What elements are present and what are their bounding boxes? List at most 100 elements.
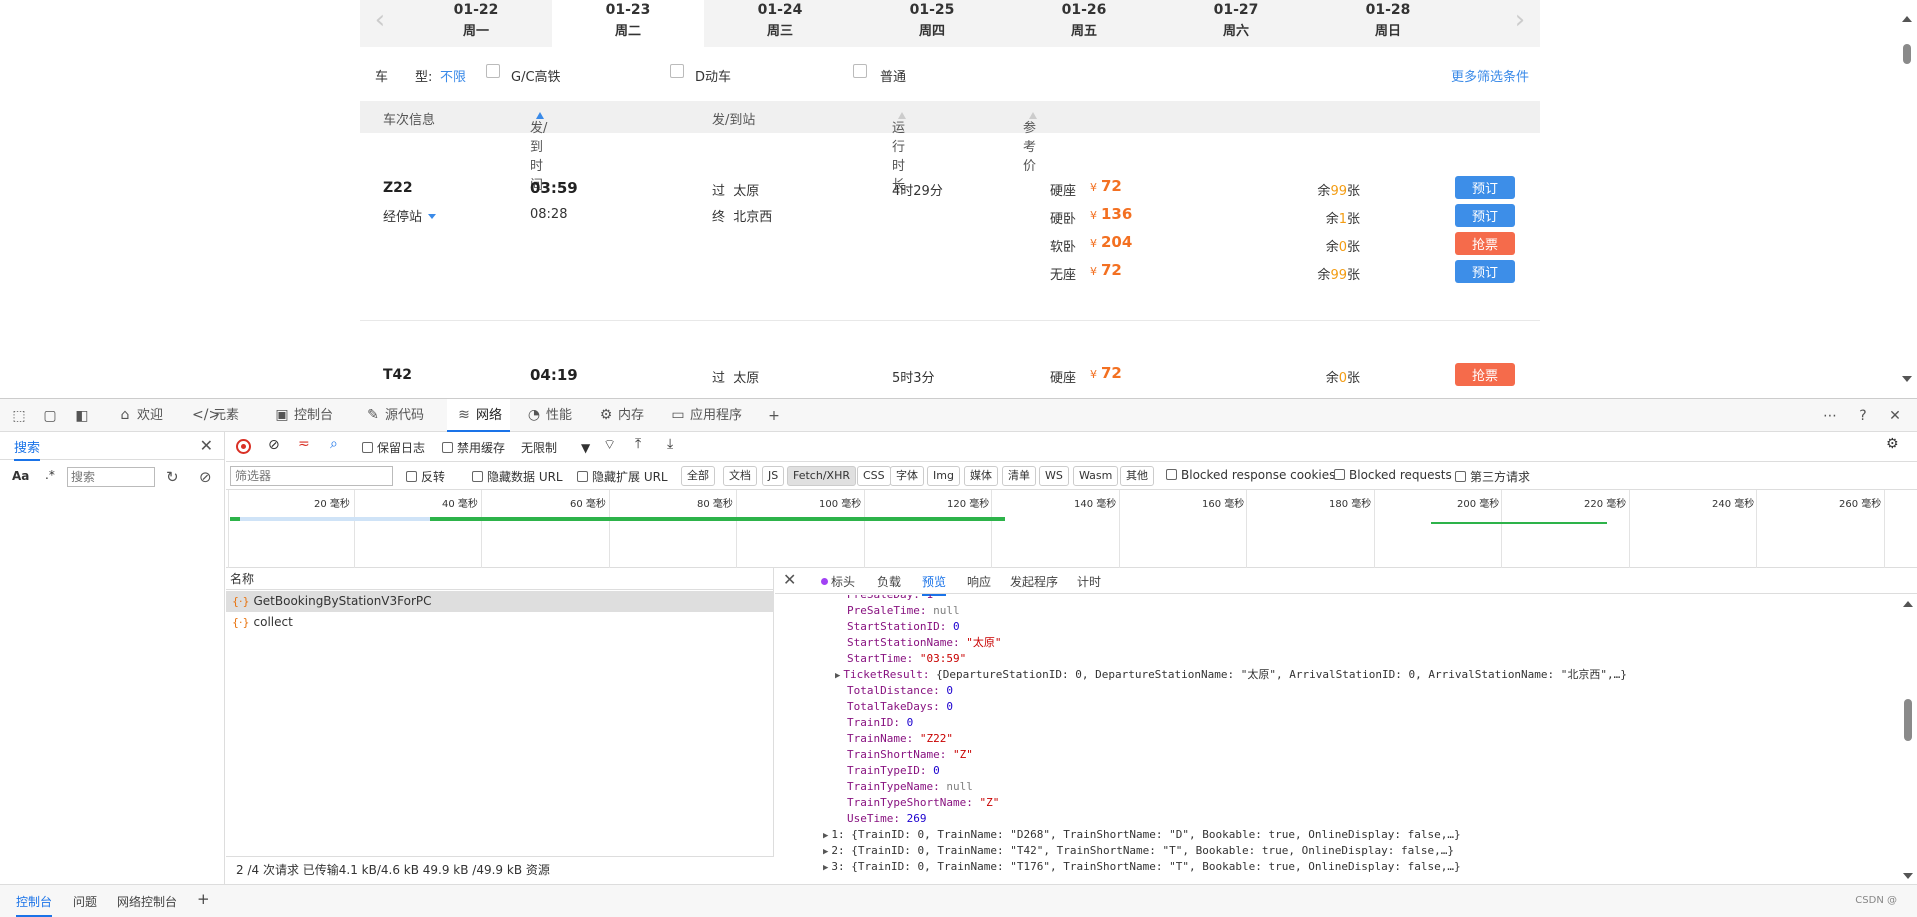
chip-ws[interactable]: WS	[1039, 466, 1069, 486]
prev-week-button[interactable]: ‹	[360, 0, 400, 47]
scroll-down-icon[interactable]	[1902, 376, 1912, 382]
chip-fetch-xhr[interactable]: Fetch/XHR	[787, 466, 856, 486]
filter-icon[interactable]: ≂	[298, 436, 310, 452]
drawer-tab-issues[interactable]: 问题	[73, 893, 97, 910]
json-line-expandable[interactable]: ▶ 3: {TrainID: 0, TrainName: "T176", Trai…	[823, 859, 1461, 875]
add-tab-icon[interactable]: +	[765, 407, 783, 425]
tab-performance[interactable]: ◔ 性能	[525, 399, 572, 432]
device-toggle-icon[interactable]: ▢	[41, 407, 59, 425]
expand-triangle-icon[interactable]: ▶	[823, 863, 828, 873]
expand-triangle-icon[interactable]: ▶	[823, 831, 828, 841]
scroll-thumb[interactable]	[1904, 699, 1912, 741]
request-row[interactable]: {·} collect	[226, 612, 774, 633]
date-tab[interactable]: 01-24 周三	[704, 0, 856, 47]
drawer-add-icon[interactable]: +	[197, 890, 210, 908]
page-scrollbar[interactable]	[1897, 0, 1917, 398]
hide-ext-checkbox[interactable]	[577, 471, 588, 482]
filter-input[interactable]	[230, 466, 393, 486]
tab-sources[interactable]: ✎ 源代码	[364, 399, 424, 432]
blocked-cookies[interactable]: Blocked response cookies	[1166, 468, 1335, 482]
d-label[interactable]: D动车	[695, 66, 731, 85]
drawer-tab-network-console[interactable]: 网络控制台	[117, 893, 177, 910]
date-tab[interactable]: 01-27 周六	[1160, 0, 1312, 47]
inspect-icon[interactable]: ⬚	[10, 407, 28, 425]
sidebar-toggle-icon[interactable]: ◧	[73, 407, 91, 425]
tab-headers[interactable]: 标头	[821, 573, 855, 590]
request-row[interactable]: {·} GetBookingByStationV3ForPC	[226, 591, 774, 612]
scroll-thumb[interactable]	[1903, 44, 1911, 64]
book-button[interactable]: 预订	[1455, 204, 1515, 227]
gc-label[interactable]: G/C高铁	[511, 66, 561, 85]
chip-font[interactable]: 字体	[890, 466, 924, 486]
book-button[interactable]: 预订	[1455, 176, 1515, 199]
date-tab[interactable]: 01-26 周五	[1008, 0, 1160, 47]
invert-checkbox[interactable]	[406, 471, 417, 482]
book-button[interactable]: 预订	[1455, 260, 1515, 283]
tab-preview[interactable]: 预览	[922, 573, 947, 596]
gc-checkbox[interactable]	[486, 64, 500, 78]
scroll-up-icon[interactable]	[1902, 16, 1912, 22]
refresh-icon[interactable]: ↻	[166, 468, 179, 486]
scroll-up-icon[interactable]	[1903, 601, 1913, 607]
import-icon[interactable]: ⤒	[635, 436, 641, 452]
d-checkbox[interactable]	[670, 64, 684, 78]
chip-manifest[interactable]: 清单	[1002, 466, 1036, 486]
preview-scrollbar[interactable]	[1899, 595, 1917, 884]
scroll-down-icon[interactable]	[1903, 873, 1913, 879]
col-price[interactable]: 参考价	[1023, 109, 1037, 174]
grab-ticket-button[interactable]: 抢票	[1455, 363, 1515, 386]
date-tab[interactable]: 01-22 周一	[400, 0, 552, 47]
network-timeline[interactable]: 20 毫秒 40 毫秒 60 毫秒 80 毫秒 100 毫秒 120 毫秒 14…	[226, 490, 1917, 568]
chip-other[interactable]: 其他	[1120, 466, 1154, 486]
third-party-checkbox[interactable]	[1455, 471, 1466, 482]
date-tab[interactable]: 01-25 周四	[856, 0, 1008, 47]
next-week-button[interactable]: ›	[1500, 0, 1540, 47]
hide-data-urls[interactable]: 隐藏数据 URL	[472, 468, 563, 485]
chip-doc[interactable]: 文档	[723, 466, 757, 486]
close-detail-icon[interactable]: ✕	[783, 570, 796, 589]
search-icon[interactable]: ⌕	[330, 436, 338, 452]
date-tab-active[interactable]: 01-23 周二	[552, 0, 704, 47]
chip-img[interactable]: Img	[927, 466, 960, 486]
help-icon[interactable]: ?	[1854, 407, 1872, 425]
col-duration[interactable]: 运行时长	[892, 109, 906, 193]
export-icon[interactable]: ⤓	[667, 436, 673, 452]
preserve-log-checkbox[interactable]	[362, 442, 373, 453]
hide-data-checkbox[interactable]	[472, 471, 483, 482]
search-input[interactable]	[67, 467, 155, 487]
tab-response[interactable]: 响应	[967, 573, 991, 590]
blocked-requests-checkbox[interactable]	[1334, 469, 1345, 480]
blocked-cookies-checkbox[interactable]	[1166, 469, 1177, 480]
search-tab-label[interactable]: 搜索	[14, 437, 41, 461]
date-tab[interactable]: 01-28 周日	[1312, 0, 1464, 47]
filter-any[interactable]: 不限	[440, 66, 466, 85]
chip-media[interactable]: 媒体	[964, 466, 998, 486]
normal-checkbox[interactable]	[853, 64, 867, 78]
tab-timing[interactable]: 计时	[1077, 573, 1101, 590]
chip-css[interactable]: CSS	[857, 466, 891, 486]
close-devtools-icon[interactable]: ✕	[1886, 407, 1904, 425]
settings-icon[interactable]: ⚙	[1886, 436, 1899, 452]
col-time[interactable]: 发/到时间	[530, 109, 547, 193]
tab-payload[interactable]: 负载	[877, 573, 901, 590]
disable-cache[interactable]: 禁用缓存	[442, 439, 505, 456]
more-icon[interactable]: ⋯	[1821, 407, 1839, 425]
hide-ext-urls[interactable]: 隐藏扩展 URL	[577, 468, 668, 485]
more-filters-link[interactable]: 更多筛选条件	[1451, 66, 1529, 85]
blocked-requests[interactable]: Blocked requests	[1334, 468, 1452, 482]
name-column-header[interactable]: 名称	[226, 568, 774, 590]
chip-all[interactable]: 全部	[681, 466, 715, 486]
tab-welcome[interactable]: ⌂ 欢迎	[116, 399, 163, 432]
tab-elements[interactable]: </>元素	[192, 399, 239, 432]
normal-label[interactable]: 普通	[880, 66, 906, 85]
json-line-expandable[interactable]: ▶ 1: {TrainID: 0, TrainName: "D268", Trai…	[823, 827, 1461, 843]
tab-network[interactable]: ≋ 网络	[447, 399, 511, 432]
disable-cache-checkbox[interactable]	[442, 442, 453, 453]
match-case-icon[interactable]: Aa	[12, 469, 29, 483]
throttle-select[interactable]: 无限制 ▼	[521, 439, 590, 456]
grab-ticket-button[interactable]: 抢票	[1455, 232, 1515, 255]
expand-triangle-icon[interactable]: ▶	[823, 847, 828, 857]
tab-memory[interactable]: ⚙ 内存	[597, 399, 644, 432]
json-line-expandable[interactable]: ▶ 2: {TrainID: 0, TrainName: "T42", Train…	[823, 843, 1454, 859]
tab-console[interactable]: ▣ 控制台	[273, 399, 333, 432]
